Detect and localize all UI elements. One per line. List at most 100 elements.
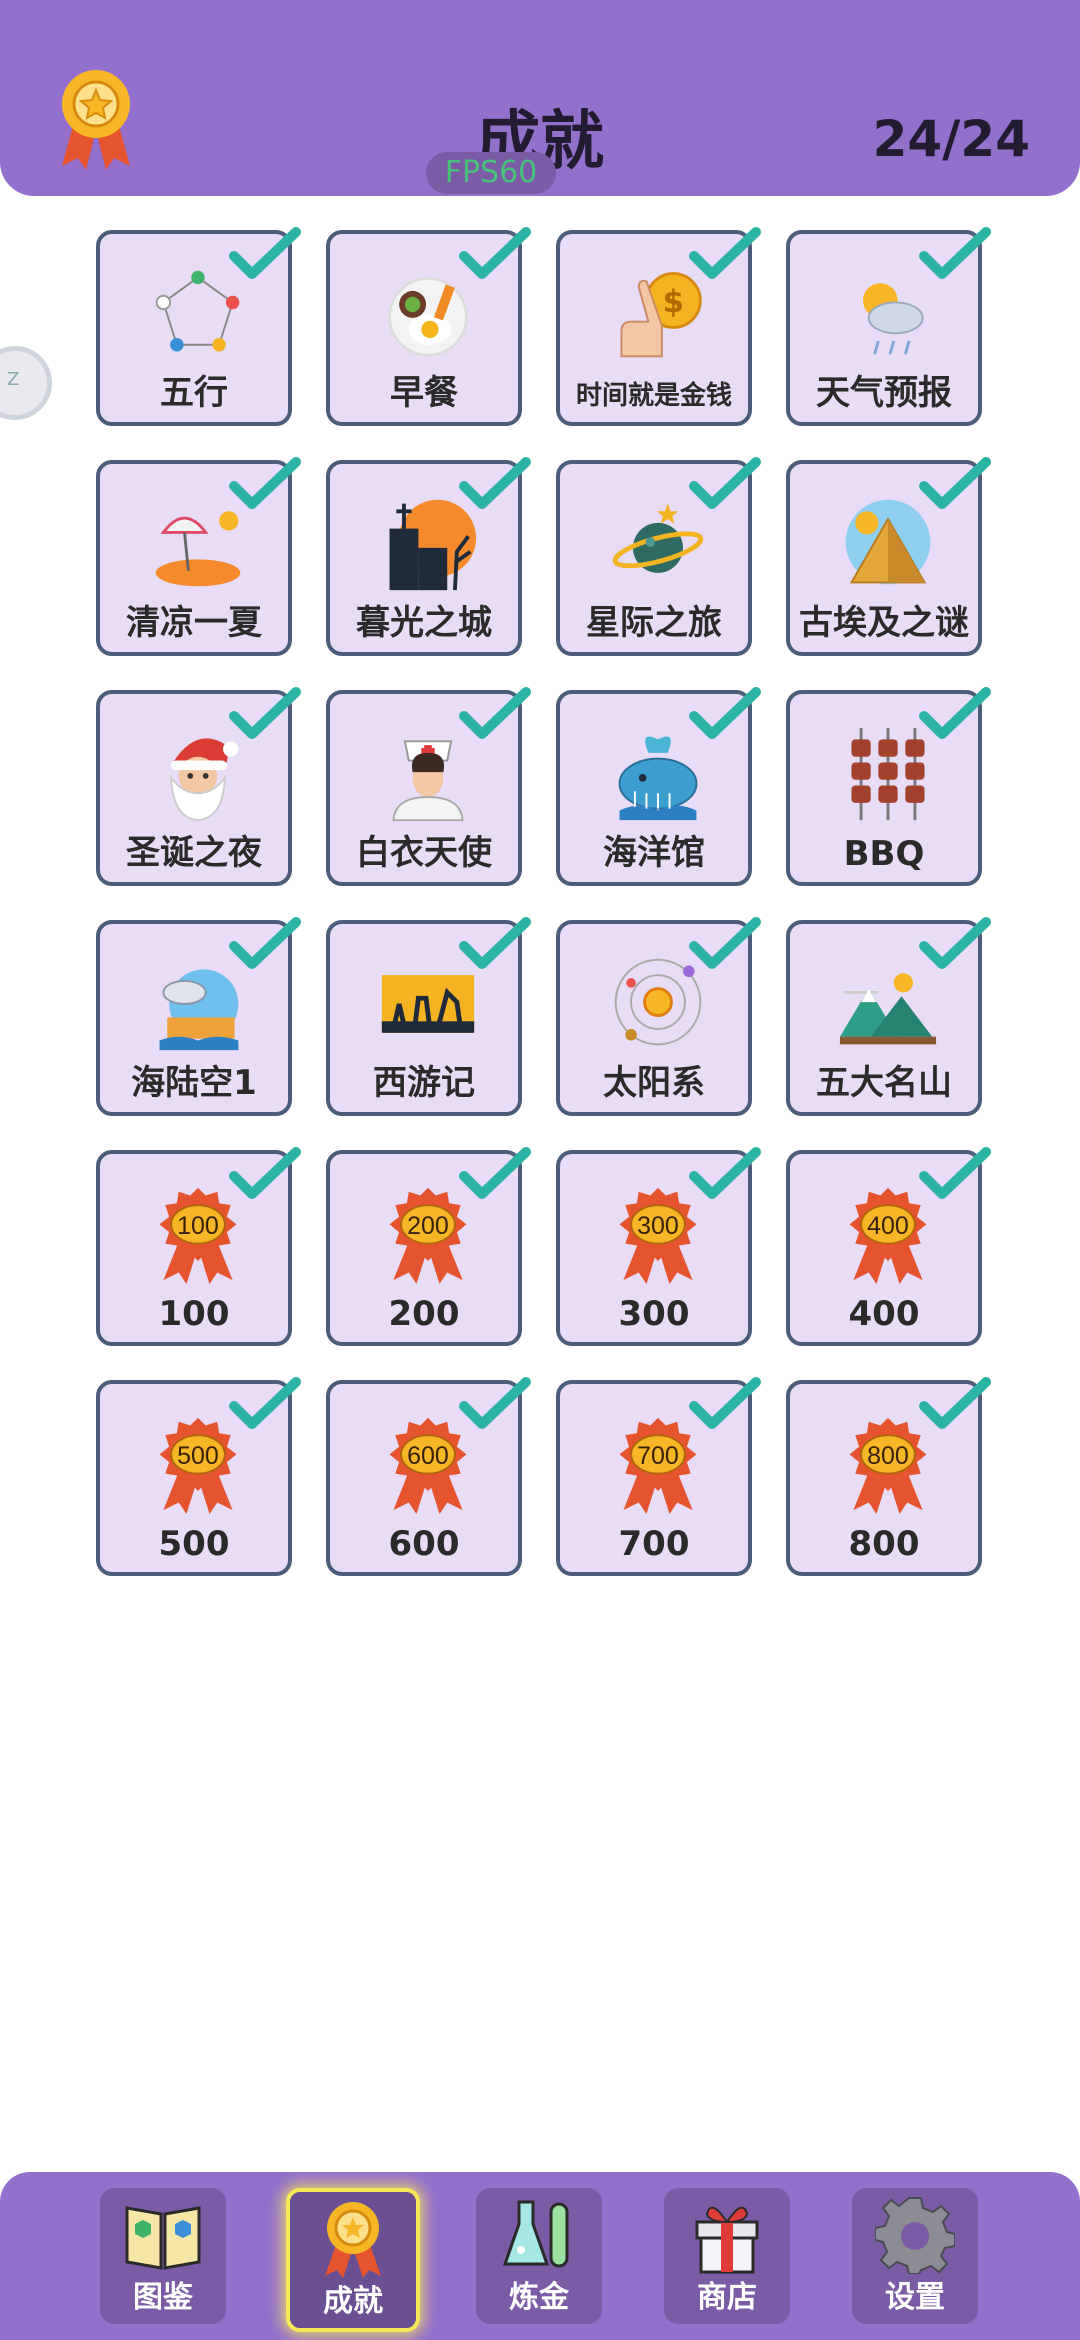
nav-item-label: 成就 xyxy=(323,2284,383,2319)
checkmark-icon xyxy=(918,456,992,516)
achievement-card[interactable]: 五行 xyxy=(96,227,301,426)
svg-text:100: 100 xyxy=(177,1212,219,1240)
achievement-card[interactable]: 800 800 xyxy=(786,1377,991,1576)
achievement-card[interactable]: 海洋馆 xyxy=(556,687,761,886)
checkmark-icon xyxy=(228,686,302,746)
flask-icon xyxy=(499,2194,579,2274)
checkmark-icon xyxy=(918,1146,992,1206)
achievement-card[interactable]: 100 100 xyxy=(96,1147,301,1346)
achievement-card[interactable]: 500 500 xyxy=(96,1377,301,1576)
achievement-card[interactable]: 600 600 xyxy=(326,1377,531,1576)
checkmark-icon xyxy=(688,916,762,976)
nav-item-book[interactable]: 图鉴 xyxy=(100,2188,226,2324)
achievement-card[interactable]: 星际之旅 xyxy=(556,457,761,656)
achievement-label: 500 xyxy=(158,1524,230,1564)
achievement-card[interactable]: 天气预报 xyxy=(786,227,991,426)
achievement-card[interactable]: 700 700 xyxy=(556,1377,761,1576)
nav-item-label: 图鉴 xyxy=(133,2280,193,2315)
checkmark-icon xyxy=(458,456,532,516)
achievement-label: 白衣天使 xyxy=(356,833,492,873)
achievement-label: 300 xyxy=(618,1294,690,1334)
achievement-card[interactable]: 早餐 xyxy=(326,227,531,426)
achievement-label: 600 xyxy=(388,1524,460,1564)
floating-side-handle[interactable]: Z xyxy=(0,346,52,420)
svg-text:700: 700 xyxy=(637,1442,679,1470)
svg-text:600: 600 xyxy=(407,1442,449,1470)
achievement-label: 早餐 xyxy=(390,373,458,413)
svg-text:200: 200 xyxy=(407,1212,449,1240)
nav-item-flask[interactable]: 炼金 xyxy=(476,2188,602,2324)
checkmark-icon xyxy=(688,1376,762,1436)
nav-item-gear[interactable]: 设置 xyxy=(852,2188,978,2324)
nav-item-medal[interactable]: 成就 xyxy=(286,2188,420,2332)
achievement-count: 24/24 xyxy=(872,110,1030,168)
achievement-card[interactable]: BBQ xyxy=(786,687,991,886)
checkmark-icon xyxy=(228,916,302,976)
checkmark-icon xyxy=(918,226,992,286)
checkmark-icon xyxy=(918,1376,992,1436)
checkmark-icon xyxy=(918,916,992,976)
checkmark-icon xyxy=(228,226,302,286)
nav-item-label: 商店 xyxy=(697,2280,757,2315)
checkmark-icon xyxy=(688,1146,762,1206)
nav-item-label: 设置 xyxy=(885,2280,945,2315)
nav-item-label: 炼金 xyxy=(509,2280,569,2315)
achievement-card[interactable]: 海陆空1 xyxy=(96,917,301,1116)
achievement-label: 暮光之城 xyxy=(356,603,492,643)
checkmark-icon xyxy=(458,1376,532,1436)
svg-text:$: $ xyxy=(663,284,684,320)
gift-icon xyxy=(687,2194,767,2274)
svg-text:300: 300 xyxy=(637,1212,679,1240)
checkmark-icon xyxy=(458,226,532,286)
checkmark-icon xyxy=(688,686,762,746)
achievement-label: 海洋馆 xyxy=(603,833,705,873)
fps-indicator: FPS60 xyxy=(426,152,556,194)
achievement-label: 200 xyxy=(388,1294,460,1334)
svg-text:800: 800 xyxy=(867,1442,909,1470)
achievement-card[interactable]: $ 时间就是金钱 xyxy=(556,227,761,426)
achievement-label: 西游记 xyxy=(373,1063,475,1103)
achievement-card[interactable]: 清凉一夏 xyxy=(96,457,301,656)
checkmark-icon xyxy=(458,686,532,746)
achievement-card[interactable]: 古埃及之谜 xyxy=(786,457,991,656)
achievement-card[interactable]: 西游记 xyxy=(326,917,531,1116)
svg-text:500: 500 xyxy=(177,1442,219,1470)
medal-icon xyxy=(313,2198,393,2278)
achievement-label: BBQ xyxy=(843,834,925,874)
achievement-card[interactable]: 300 300 xyxy=(556,1147,761,1346)
achievement-label: 海陆空1 xyxy=(131,1063,257,1103)
checkmark-icon xyxy=(228,1146,302,1206)
achievement-label: 700 xyxy=(618,1524,690,1564)
achievement-label: 古埃及之谜 xyxy=(799,603,969,643)
achievement-label: 天气预报 xyxy=(816,373,952,413)
checkmark-icon xyxy=(458,916,532,976)
book-icon xyxy=(123,2194,203,2274)
achievement-card[interactable]: 五大名山 xyxy=(786,917,991,1116)
header-bar: 成就 24/24 FPS60 xyxy=(0,0,1080,196)
achievement-card[interactable]: 200 200 xyxy=(326,1147,531,1346)
achievement-label: 400 xyxy=(848,1294,920,1334)
svg-text:400: 400 xyxy=(867,1212,909,1240)
achievement-label: 800 xyxy=(848,1524,920,1564)
achievement-card[interactable]: 圣诞之夜 xyxy=(96,687,301,886)
achievement-label: 时间就是金钱 xyxy=(575,381,732,411)
achievement-label: 五行 xyxy=(160,373,228,413)
achievement-label: 太阳系 xyxy=(603,1063,705,1103)
achievement-card[interactable]: 太阳系 xyxy=(556,917,761,1116)
achievement-card[interactable]: 白衣天使 xyxy=(326,687,531,886)
achievement-label: 清凉一夏 xyxy=(126,603,262,643)
achievement-label: 星际之旅 xyxy=(586,603,722,643)
achievement-label: 圣诞之夜 xyxy=(126,833,262,873)
nav-item-gift[interactable]: 商店 xyxy=(664,2188,790,2324)
achievement-card[interactable]: 暮光之城 xyxy=(326,457,531,656)
checkmark-icon xyxy=(688,226,762,286)
checkmark-icon xyxy=(688,456,762,516)
achievement-card[interactable]: 400 400 xyxy=(786,1147,991,1346)
checkmark-icon xyxy=(918,686,992,746)
achievement-label: 100 xyxy=(158,1294,230,1334)
checkmark-icon xyxy=(458,1146,532,1206)
checkmark-icon xyxy=(228,1376,302,1436)
checkmark-icon xyxy=(228,456,302,516)
gear-icon xyxy=(874,2194,956,2275)
achievement-label: 五大名山 xyxy=(816,1063,952,1103)
